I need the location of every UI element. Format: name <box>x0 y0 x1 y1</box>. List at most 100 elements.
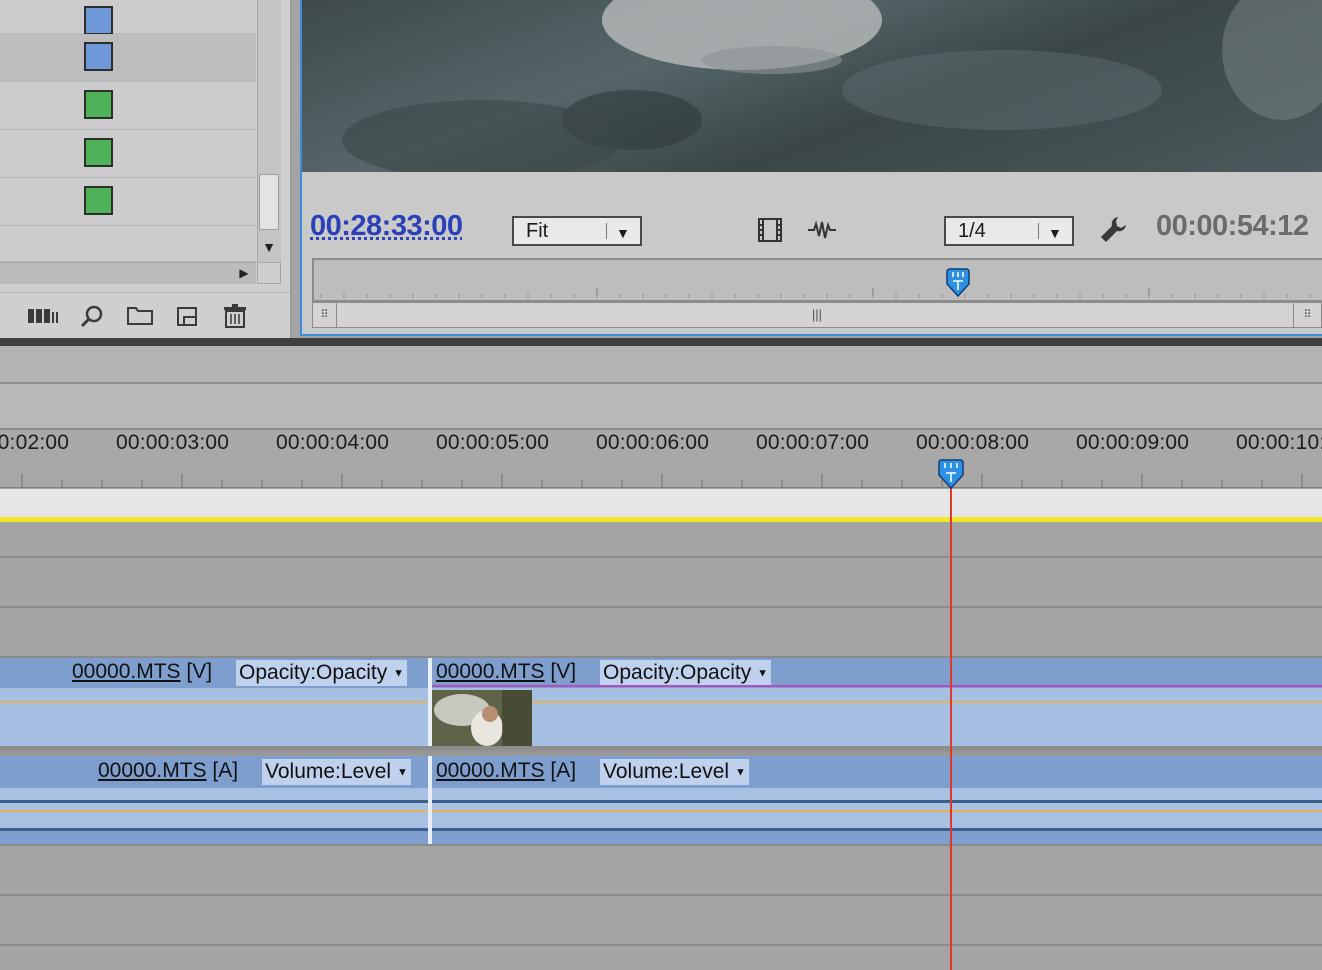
video-clip-header[interactable]: 00000.MTS [V] Opacity:Opacity ▼ <box>432 658 1322 688</box>
scrollbar-thumb[interactable] <box>259 174 279 230</box>
dropdown-arrow-icon: ▼ <box>616 220 630 246</box>
effect-label: Opacity:Opacity <box>239 661 387 684</box>
effect-label: Volume:Level <box>603 760 729 783</box>
clip-name[interactable]: 00000.MTS <box>72 660 181 683</box>
effect-label: Volume:Level <box>265 760 391 783</box>
effect-select[interactable]: Volume:Level ▼ <box>262 759 411 785</box>
clip-track-tag: [A] <box>550 759 576 782</box>
opacity-rubberband[interactable] <box>0 701 428 703</box>
dropdown-arrow-icon: ▼ <box>397 766 408 778</box>
bin-row[interactable] <box>0 178 256 226</box>
bin-row[interactable] <box>0 130 256 178</box>
selection-edge <box>432 685 1322 687</box>
ruler-label: 00:00:03:00 <box>116 431 229 455</box>
label-color-swatch[interactable] <box>84 42 113 71</box>
scrollbar-corner <box>257 262 281 284</box>
label-color-swatch[interactable] <box>84 90 113 119</box>
scroll-down-arrow-icon[interactable]: ▼ <box>257 234 281 260</box>
video-clip-header[interactable]: 00000.MTS [V] Opacity:Opacity ▼ <box>0 658 428 688</box>
search-icon[interactable] <box>78 303 106 329</box>
scroll-right-arrow-icon[interactable]: ▶ <box>232 262 256 284</box>
ruler-label: 00:00:08:00 <box>916 431 1029 455</box>
clip-name[interactable]: 00000.MTS <box>98 759 207 782</box>
bin-row[interactable] <box>0 226 256 262</box>
label-color-swatch[interactable] <box>84 6 113 35</box>
clip-thumbnail <box>432 690 532 746</box>
edit-point[interactable] <box>428 756 432 844</box>
ruler-label: 00:00:06:00 <box>596 431 709 455</box>
zoom-level-value: Fit <box>526 220 548 242</box>
ruler-label: 00:00:02:00 <box>0 431 69 455</box>
video-clip-body[interactable] <box>432 688 1322 746</box>
work-area-bar[interactable] <box>0 489 1322 519</box>
monitor-time-ruler[interactable] <box>312 258 1322 302</box>
dropdown-arrow-icon: ▼ <box>1048 220 1062 246</box>
opacity-rubberband[interactable] <box>432 701 1322 703</box>
waveform-line <box>432 800 1322 803</box>
film-strip-icon[interactable] <box>756 216 784 244</box>
effect-label: Opacity:Opacity <box>603 661 751 684</box>
video-preview-frame[interactable] <box>302 0 1322 172</box>
project-panel <box>0 0 292 338</box>
label-color-swatch[interactable] <box>84 186 113 215</box>
ruler-label: 00:00:05:00 <box>436 431 549 455</box>
waveform-line <box>0 800 428 803</box>
effect-select[interactable]: Opacity:Opacity ▼ <box>600 660 771 686</box>
ruler-label: 00:00:09:00 <box>1076 431 1189 455</box>
new-item-icon[interactable] <box>174 303 202 329</box>
playback-resolution-select[interactable]: 1/4 ▼ <box>944 216 1074 246</box>
track-divider <box>0 844 1322 846</box>
dropdown-arrow-icon: ▼ <box>393 667 404 679</box>
duration-timecode: 00:00:54:12 <box>1156 210 1309 243</box>
bin-row[interactable] <box>0 0 256 34</box>
ruler-label: 00:00:10:00 <box>1236 431 1322 455</box>
zoom-handle-right[interactable]: ⠿ <box>1293 303 1321 327</box>
clip-track-tag: [A] <box>212 759 238 782</box>
dropdown-arrow-icon: ▼ <box>757 667 768 679</box>
monitor-playhead[interactable] <box>945 268 973 300</box>
audio-clip-body[interactable] <box>0 788 428 844</box>
panel-divider[interactable] <box>0 338 1322 346</box>
volume-rubberband[interactable] <box>432 810 1322 812</box>
audio-clip-body[interactable] <box>432 788 1322 844</box>
zoom-level-select[interactable]: Fit ▼ <box>512 216 642 246</box>
track-divider <box>0 944 1322 946</box>
volume-rubberband[interactable] <box>0 810 428 812</box>
label-color-swatch[interactable] <box>84 138 113 167</box>
effect-select[interactable]: Volume:Level ▼ <box>600 759 749 785</box>
work-area-indicator[interactable] <box>0 517 1322 522</box>
zoom-handle-left[interactable]: ⠿ <box>313 303 337 327</box>
bin-row[interactable] <box>0 34 256 82</box>
new-bin-folder-icon[interactable] <box>126 303 154 329</box>
trash-icon[interactable] <box>222 303 250 329</box>
edit-point[interactable] <box>428 658 432 746</box>
clip-name[interactable]: 00000.MTS <box>436 660 545 683</box>
audio-clip-header[interactable]: 00000.MTS [A] Volume:Level ▼ <box>0 756 428 788</box>
timeline-playhead[interactable] <box>937 459 965 491</box>
list-view-icon[interactable] <box>26 303 54 329</box>
video-clip-body[interactable] <box>0 688 428 746</box>
bin-row[interactable] <box>0 82 256 130</box>
wrench-settings-icon[interactable] <box>1098 214 1130 246</box>
monitor-zoom-scrollbar[interactable]: ⠿ ||| ⠿ <box>312 302 1322 328</box>
project-toolbar <box>0 292 290 338</box>
playback-resolution-value: 1/4 <box>958 220 986 242</box>
track-divider <box>0 606 1322 608</box>
timeline-tab-bar <box>0 346 1322 384</box>
track-divider <box>0 894 1322 896</box>
current-timecode[interactable]: 00:28:33:00 <box>310 210 463 243</box>
track-divider <box>0 746 1322 756</box>
zoom-bar-grip[interactable]: ||| <box>807 303 827 327</box>
audio-waveform-icon[interactable] <box>806 216 838 244</box>
track-divider <box>0 556 1322 558</box>
clip-track-tag: [V] <box>186 660 212 683</box>
playhead-line[interactable] <box>950 488 952 970</box>
project-horizontal-scrollbar[interactable] <box>0 262 256 284</box>
audio-clip-header[interactable]: 00000.MTS [A] Volume:Level ▼ <box>432 756 1322 788</box>
effect-select[interactable]: Opacity:Opacity ▼ <box>236 660 407 686</box>
ruler-label: 00:00:04:00 <box>276 431 389 455</box>
clip-track-tag: [V] <box>550 660 576 683</box>
timeline-toolbar <box>0 384 1322 430</box>
dropdown-arrow-icon: ▼ <box>735 766 746 778</box>
clip-name[interactable]: 00000.MTS <box>436 759 545 782</box>
